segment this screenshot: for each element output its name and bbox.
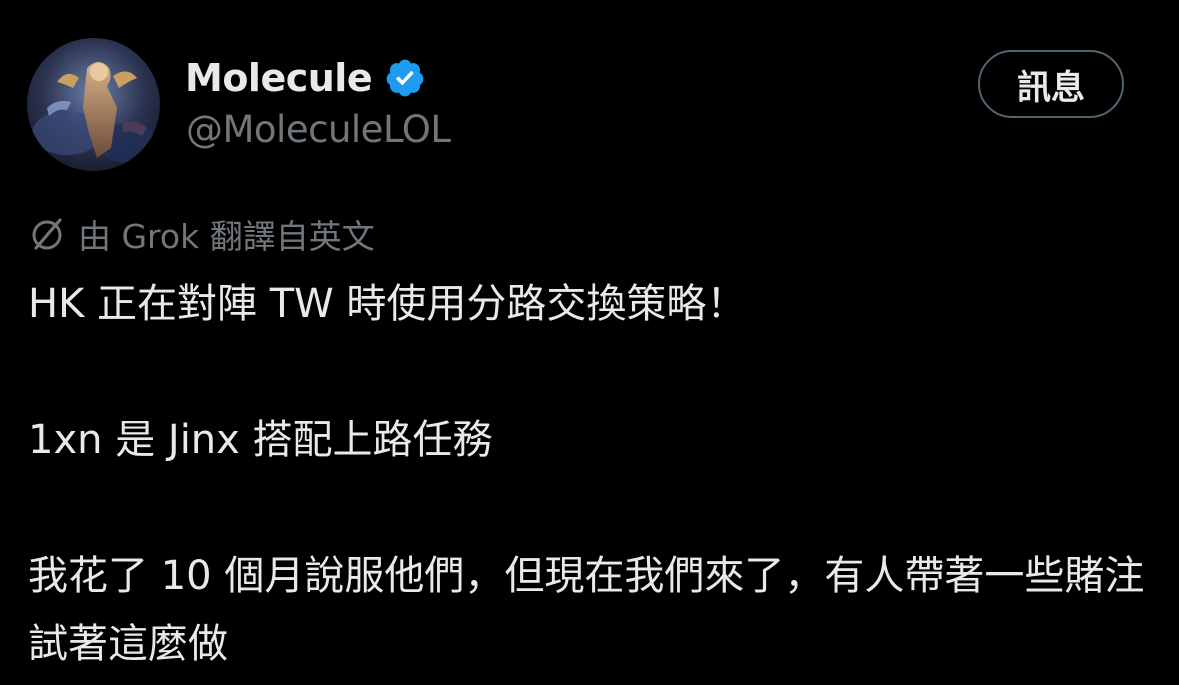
verified-badge-icon[interactable] — [384, 57, 426, 99]
user-handle[interactable]: @MoleculeLOL — [186, 108, 451, 151]
display-name-row: Molecule — [185, 50, 426, 106]
grok-icon — [28, 215, 66, 253]
translation-note: 由 Grok 翻譯自英文 — [28, 210, 375, 258]
display-name[interactable]: Molecule — [185, 56, 373, 100]
tweet-text: HK 正在對陣 TW 時使用分路交換策略！ 1xn 是 Jinx 搭配上路任務 … — [28, 270, 1148, 678]
avatar-portrait-icon — [27, 38, 160, 171]
translation-note-text[interactable]: 由 Grok 翻譯自英文 — [78, 210, 375, 258]
avatar[interactable] — [27, 38, 160, 171]
message-button[interactable]: 訊息 — [978, 50, 1124, 118]
tweet-paragraph: HK 正在對陣 TW 時使用分路交換策略！ — [28, 281, 747, 327]
tweet-paragraph: 我花了 10 個月說服他們，但現在我們來了，有人帶著一些賭注試著這麼做 — [28, 553, 1145, 667]
tweet-paragraph: 1xn 是 Jinx 搭配上路任務 — [28, 417, 493, 463]
